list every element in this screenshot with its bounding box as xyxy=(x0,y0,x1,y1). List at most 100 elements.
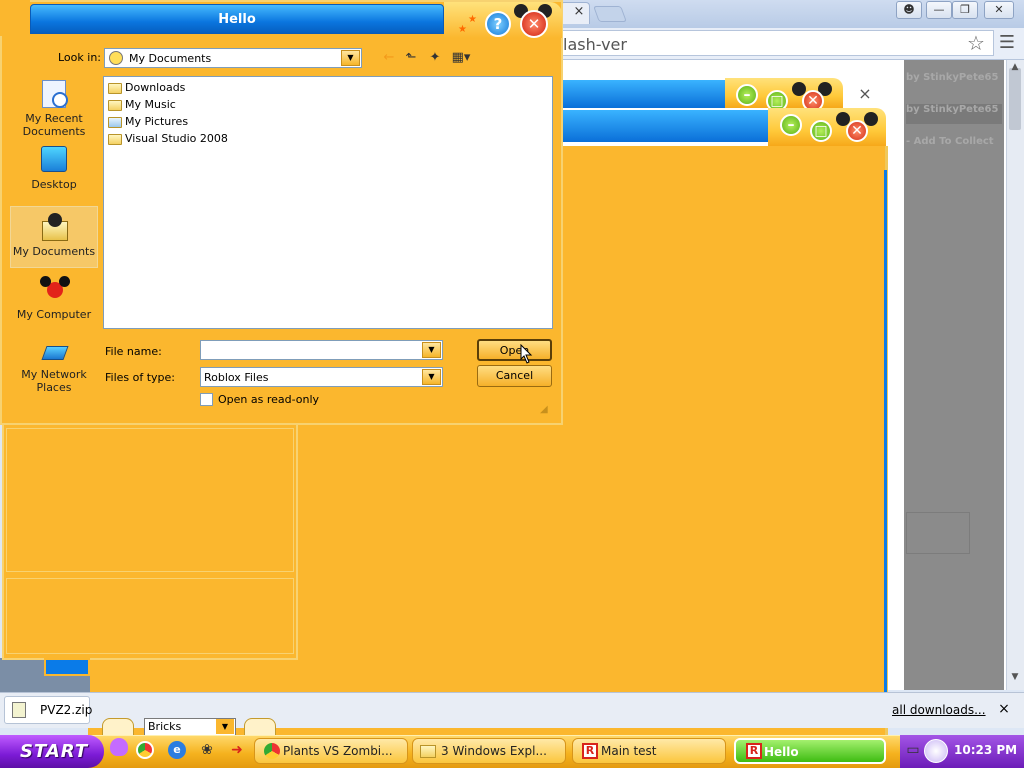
place-my-documents[interactable]: My Documents xyxy=(10,206,98,268)
mouse-cursor-icon xyxy=(520,344,533,364)
place-my-network-places[interactable]: My Network Places xyxy=(10,340,98,394)
music-folder-icon xyxy=(108,100,122,111)
new-folder-icon[interactable]: ✦ xyxy=(424,49,446,67)
look-in-select[interactable]: My Documents ▼ xyxy=(104,48,362,68)
tab-close-icon[interactable]: × xyxy=(572,4,586,20)
place-label: My Network xyxy=(21,368,87,381)
bricks-label: Bricks xyxy=(148,720,182,733)
file-name: Visual Studio 2008 xyxy=(125,132,228,145)
restore-icon[interactable]: ❐ xyxy=(952,1,978,19)
left-panel-section xyxy=(6,428,294,572)
bookmark-star-icon[interactable]: ☆ xyxy=(964,32,988,54)
open-button[interactable]: Open xyxy=(477,339,552,361)
vertical-scrollbar[interactable] xyxy=(1006,60,1024,690)
chrome-quicklaunch-icon[interactable] xyxy=(136,741,154,759)
start-button[interactable]: START xyxy=(0,735,104,768)
clock-document-icon xyxy=(38,78,70,110)
scroll-up-icon[interactable]: ▲ xyxy=(1006,62,1024,74)
place-label: Documents xyxy=(22,125,86,138)
menu-icon[interactable]: ☰ xyxy=(996,32,1018,54)
download-file-name: PVZ2.zip xyxy=(40,703,93,717)
maximize-bubble-icon[interactable]: □ xyxy=(810,120,832,142)
close-window-icon[interactable]: ✕ xyxy=(984,1,1014,19)
network-tray-icon[interactable]: ▭ xyxy=(904,742,922,760)
arrow-quicklaunch-icon[interactable]: ➜ xyxy=(228,741,246,759)
up-folder-icon[interactable]: ⬑ xyxy=(400,49,422,67)
scrollbar-thumb[interactable] xyxy=(1009,68,1021,130)
file-list[interactable]: Downloads My Music My Pictures Visual St… xyxy=(103,76,553,329)
cancel-button[interactable]: Cancel xyxy=(477,365,552,387)
downloads-close-icon[interactable]: × xyxy=(996,701,1012,717)
chrome-icon xyxy=(264,743,280,759)
left-blue-tab xyxy=(44,658,90,676)
star-icon: ★ xyxy=(458,24,467,35)
minimize-bubble-icon[interactable]: – xyxy=(736,84,758,106)
look-in-value: My Documents xyxy=(129,52,212,65)
resize-grip-icon[interactable]: ◢ xyxy=(540,404,556,420)
dialog-close-button[interactable]: ✕ xyxy=(520,10,548,38)
bug-quicklaunch-icon[interactable]: ❀ xyxy=(198,741,216,759)
my-documents-icon xyxy=(109,51,123,65)
list-item[interactable]: My Pictures xyxy=(108,115,188,131)
place-label: Desktop xyxy=(31,178,77,191)
sidebar-line[interactable]: - Add To Collect xyxy=(906,136,1002,156)
mickey-tray-icon[interactable] xyxy=(924,739,948,763)
help-button[interactable]: ? xyxy=(485,11,511,37)
bg-window-titlebar xyxy=(560,110,768,142)
scroll-down-icon[interactable]: ▼ xyxy=(1006,672,1024,684)
file-name: Downloads xyxy=(125,81,186,94)
file-name: My Pictures xyxy=(125,115,189,128)
left-panel-section xyxy=(6,578,294,654)
minimize-bubble-icon[interactable]: – xyxy=(780,114,802,136)
chevron-down-icon[interactable]: ▼ xyxy=(216,719,234,734)
folder-icon xyxy=(108,134,122,145)
place-desktop[interactable]: Desktop xyxy=(10,144,98,191)
mickey-computer-icon xyxy=(38,274,70,306)
zip-file-icon xyxy=(12,702,26,718)
place-my-recent-documents[interactable]: My Recent Documents xyxy=(10,78,98,138)
network-icon xyxy=(38,340,70,366)
dialog-title: Hello xyxy=(218,12,256,27)
place-label: My Documents xyxy=(12,245,96,258)
roblox-icon: R xyxy=(582,743,598,759)
file-name-label: File name: xyxy=(105,345,162,358)
file-name-field[interactable]: ▼ xyxy=(200,340,443,360)
mickey-quicklaunch-icon[interactable] xyxy=(110,738,128,756)
view-menu-icon[interactable]: ▦▾ xyxy=(448,49,474,67)
minimize-icon[interactable]: — xyxy=(926,1,952,19)
window-border xyxy=(884,170,887,695)
sidebar-box xyxy=(906,512,970,554)
page-close-icon[interactable]: × xyxy=(856,84,874,103)
chevron-down-icon[interactable]: ▼ xyxy=(422,342,441,358)
paint-tool-icon[interactable] xyxy=(244,718,276,736)
file-type-select[interactable]: Roblox Files ▼ xyxy=(200,367,443,387)
list-item[interactable]: Visual Studio 2008 xyxy=(108,132,228,148)
place-label: My Computer xyxy=(16,308,92,321)
sidebar-line[interactable]: by StinkyPete65 xyxy=(906,72,1002,92)
address-bar[interactable]: lash-ver xyxy=(562,30,994,56)
roblox-icon: R xyxy=(746,743,762,759)
place-label: Places xyxy=(36,381,72,394)
read-only-checkbox[interactable] xyxy=(200,393,213,406)
dialog-corner xyxy=(0,0,30,36)
my-documents-icon xyxy=(38,211,70,243)
all-downloads-link[interactable]: all downloads... xyxy=(892,703,986,717)
user-icon[interactable]: ☻ xyxy=(896,1,922,19)
sidebar-line[interactable]: by StinkyPete65 xyxy=(906,104,1002,124)
chevron-down-icon[interactable]: ▼ xyxy=(422,369,441,385)
place-my-computer[interactable]: My Computer xyxy=(10,274,98,321)
read-only-label: Open as read-only xyxy=(218,393,320,406)
list-item[interactable]: My Music xyxy=(108,98,176,114)
pictures-folder-icon xyxy=(108,117,122,128)
new-tab-button[interactable] xyxy=(593,6,627,22)
star-icon: ★ xyxy=(468,14,477,25)
file-name: My Music xyxy=(125,98,176,111)
chevron-down-icon[interactable]: ▼ xyxy=(341,50,360,66)
back-icon[interactable]: ← xyxy=(378,49,400,67)
folder-icon xyxy=(420,745,436,758)
address-text: lash-ver xyxy=(563,35,627,54)
close-bubble-icon[interactable]: ✕ xyxy=(846,120,868,142)
ie-quicklaunch-icon[interactable]: e xyxy=(168,741,186,759)
brick-tool-icon[interactable] xyxy=(102,718,134,736)
list-item[interactable]: Downloads xyxy=(108,81,185,97)
